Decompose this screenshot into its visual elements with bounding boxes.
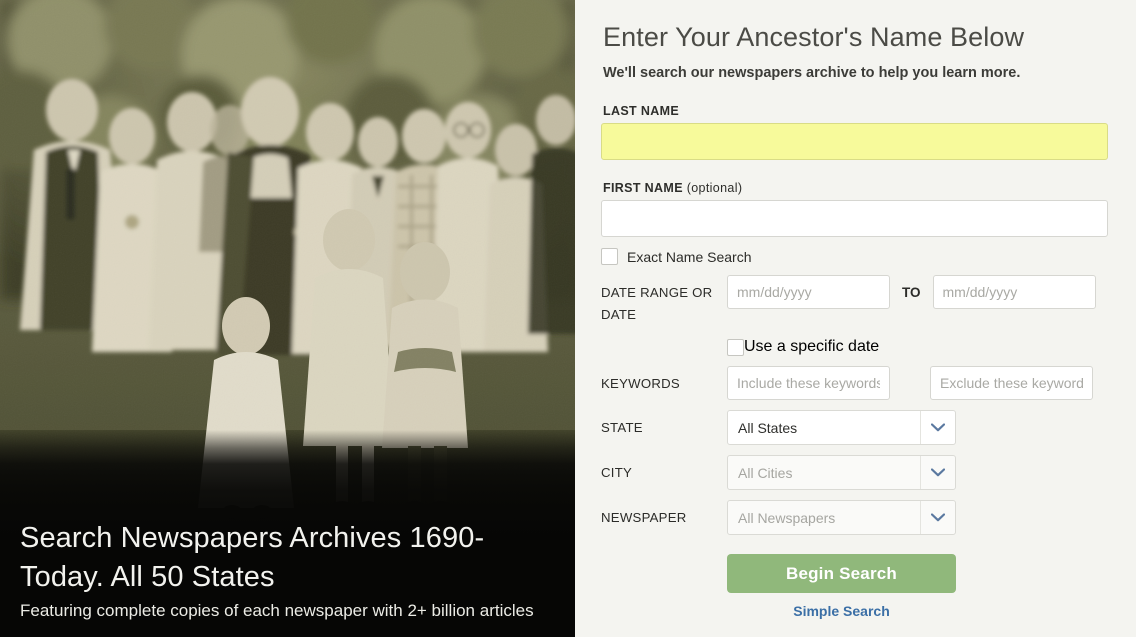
date-range-label: DATE RANGE OR DATE <box>601 285 713 322</box>
last-name-label: LAST NAME <box>603 104 680 118</box>
last-name-input[interactable] <box>601 123 1108 160</box>
exact-name-search-checkbox[interactable] <box>601 248 618 265</box>
use-specific-date-label: Use a specific date <box>744 338 880 355</box>
keywords-row: KEYWORDS <box>601 366 1108 400</box>
date-from-input[interactable] <box>727 275 890 309</box>
state-select[interactable]: All States <box>727 410 956 445</box>
city-label: CITY <box>601 465 633 480</box>
exact-name-search-row[interactable]: Exact Name Search <box>601 248 1108 265</box>
use-specific-date-checkbox[interactable] <box>727 338 744 356</box>
newspaper-selected-value: All Newspapers <box>738 509 836 526</box>
first-name-label: FIRST NAME (optional) <box>603 181 1108 195</box>
newspaper-label: NEWSPAPER <box>601 510 687 525</box>
state-row: STATE All States <box>601 410 1108 445</box>
hero-subtitle: Featuring complete copies of each newspa… <box>20 601 534 620</box>
first-name-input[interactable] <box>601 200 1108 237</box>
chevron-down-icon[interactable] <box>920 456 955 489</box>
city-select[interactable]: All Cities <box>727 455 956 490</box>
first-name-label-text: FIRST NAME <box>603 181 683 195</box>
exact-name-search-label: Exact Name Search <box>627 248 752 265</box>
date-to-label: TO <box>902 285 921 300</box>
keywords-label: KEYWORDS <box>601 376 680 391</box>
simple-search-link[interactable]: Simple Search <box>727 603 956 619</box>
city-selected-value: All Cities <box>738 464 793 481</box>
newspaper-row: NEWSPAPER All Newspapers <box>601 500 1108 535</box>
begin-search-button[interactable]: Begin Search <box>727 554 956 593</box>
date-to-input[interactable] <box>932 275 1096 309</box>
newspaper-select[interactable]: All Newspapers <box>727 500 956 535</box>
chevron-down-icon[interactable] <box>920 501 955 534</box>
page-subtitle: We'll search our newspapers archive to h… <box>603 65 1021 81</box>
include-keywords-input[interactable] <box>727 366 890 400</box>
hero-title: Search Newspapers Archives 1690-Today. A… <box>20 522 485 593</box>
state-label: STATE <box>601 420 643 435</box>
city-row: CITY All Cities <box>601 455 1108 490</box>
hero-caption: Search Newspapers Archives 1690-Today. A… <box>20 519 557 623</box>
search-page: Search Newspapers Archives 1690-Today. A… <box>0 0 1136 637</box>
hero-panel: Search Newspapers Archives 1690-Today. A… <box>0 0 575 637</box>
search-form-panel: Enter Your Ancestor's Name Below We'll s… <box>575 0 1136 637</box>
state-selected-value: All States <box>738 419 798 436</box>
first-name-optional-text: (optional) <box>686 181 743 195</box>
exclude-keywords-input[interactable] <box>930 366 1093 400</box>
use-specific-date-row[interactable]: Use a specific date <box>727 338 1108 356</box>
chevron-down-icon[interactable] <box>920 411 955 444</box>
page-title: Enter Your Ancestor's Name Below <box>603 22 1025 52</box>
submit-area: Begin Search Simple Search <box>727 554 1108 619</box>
date-range-row: DATE RANGE OR DATE TO <box>601 275 1108 326</box>
